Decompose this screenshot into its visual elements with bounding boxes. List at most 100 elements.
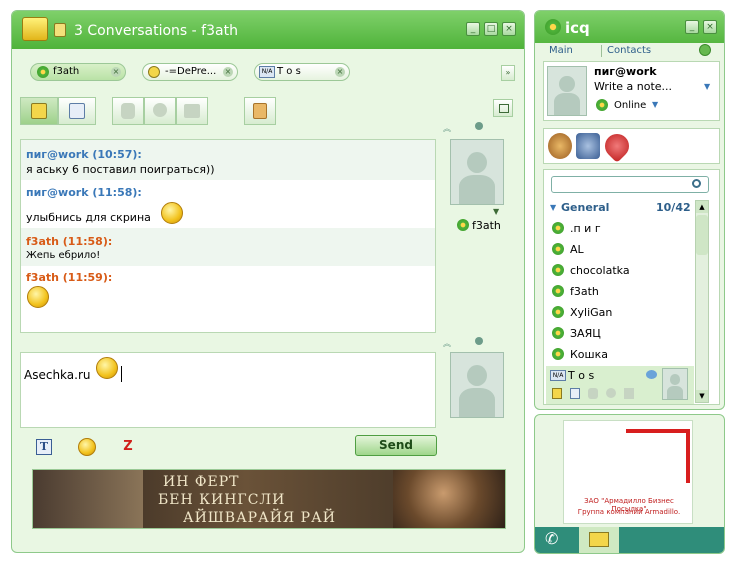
- flower-status-icon: [37, 66, 49, 78]
- selected-contact-row[interactable]: N/A T o s: [546, 366, 694, 404]
- smile-emoticon-icon: [96, 357, 118, 379]
- group-name[interactable]: General: [561, 201, 609, 214]
- monkey-app-icon[interactable]: [548, 133, 572, 159]
- scroll-down-button[interactable]: ▼: [696, 390, 708, 402]
- expand-icon: [499, 104, 509, 113]
- chat-window: 3 Conversations - f3ath _ □ × f3ath × -=…: [11, 10, 525, 553]
- bottom-bar: [535, 527, 724, 553]
- collapse-arrows-icon[interactable]: ︽: [443, 123, 451, 134]
- message-sender: f3ath (11:58):: [26, 235, 113, 248]
- sms-icon[interactable]: [624, 388, 634, 399]
- tab-close-icon[interactable]: ×: [111, 67, 121, 77]
- note-input[interactable]: Write a note...: [594, 80, 672, 93]
- menu-icon[interactable]: [699, 44, 711, 56]
- icq-title: icq: [565, 19, 590, 37]
- maximize-button[interactable]: □: [484, 22, 498, 36]
- status-label[interactable]: Online: [614, 100, 646, 111]
- banner-line-1: ИН ФЕРТ: [163, 474, 240, 490]
- my-avatar[interactable]: [547, 66, 587, 116]
- tab-conversation-2[interactable]: -=DePre... ×: [142, 63, 238, 81]
- sms-mode-button[interactable]: [58, 97, 96, 125]
- contact-avatar[interactable]: [450, 139, 504, 205]
- scroll-thumb[interactable]: [696, 215, 708, 255]
- banner-line-3: АЙШВАРАЙЯ РАЙ: [183, 510, 336, 526]
- tab-conversation-1[interactable]: f3ath ×: [30, 63, 126, 81]
- profile-panel: пиг@work Write a note... ▼ Online ▼: [543, 61, 720, 121]
- envelope-icon: [589, 532, 609, 547]
- avatar-dropdown-icon[interactable]: ▼: [493, 207, 499, 216]
- chat-titlebar[interactable]: 3 Conversations - f3ath _ □ ×: [12, 11, 524, 49]
- messages-tab[interactable]: [579, 527, 619, 553]
- chat-history[interactable]: пиг@work (10:57): я аську 6 поставил пои…: [20, 139, 436, 333]
- note-dropdown-icon[interactable]: ▼: [704, 82, 710, 91]
- phone-tab-icon[interactable]: ✆: [545, 529, 563, 549]
- message-text: улыбнись для скрина: [26, 211, 151, 224]
- emoticons-button[interactable]: [78, 438, 96, 456]
- chat-bubble-icon[interactable]: [646, 370, 657, 379]
- chat-app-icon: [22, 17, 48, 41]
- buzz-button[interactable]: Z: [120, 439, 136, 455]
- avatar-body: [553, 93, 581, 115]
- flower-status-icon: [552, 327, 564, 339]
- call-button[interactable]: [112, 97, 144, 125]
- ad-red-frame: [626, 429, 690, 483]
- contact-item[interactable]: XyliGan: [570, 306, 612, 319]
- avatar-body: [458, 388, 496, 417]
- minimize-button[interactable]: _: [466, 22, 480, 36]
- robot-app-icon[interactable]: [576, 133, 600, 159]
- ad-banner[interactable]: ИН ФЕРТ БЕН КИНГСЛИ АЙШВАРАЙЯ РАЙ: [32, 469, 506, 529]
- close-button[interactable]: ×: [502, 22, 516, 36]
- search-input[interactable]: [551, 176, 709, 193]
- message-mode-button[interactable]: [20, 97, 58, 125]
- expand-view-button[interactable]: [493, 99, 513, 117]
- search-icon[interactable]: [692, 179, 701, 188]
- ad-panel[interactable]: ЗАО "Армадилло Бизнес Посылка" Группа ко…: [563, 420, 693, 524]
- note-icon[interactable]: [552, 388, 562, 399]
- status-dropdown-icon[interactable]: ▼: [652, 100, 658, 109]
- profile-name: пиг@work: [594, 65, 657, 78]
- tab-conversation-3[interactable]: N/A T o s ×: [254, 63, 350, 81]
- contact-avatar[interactable]: [662, 368, 688, 400]
- webcam-button[interactable]: [144, 97, 176, 125]
- tab-close-icon[interactable]: ×: [335, 67, 345, 77]
- nav-main-link[interactable]: Main: [549, 45, 573, 56]
- contact-item[interactable]: Кошка: [570, 348, 608, 361]
- heart-app-icon[interactable]: [600, 129, 634, 163]
- contact-item[interactable]: .п и г: [570, 222, 601, 235]
- contact-item[interactable]: AL: [570, 243, 584, 256]
- webcam-icon[interactable]: [606, 388, 616, 398]
- tab-close-icon[interactable]: ×: [223, 67, 233, 77]
- contact-item[interactable]: f3ath: [570, 285, 599, 298]
- telephone-icon: [184, 104, 200, 118]
- message-sender: пиг@work (11:58):: [26, 186, 142, 199]
- contact-item[interactable]: ЗАЯЦ: [570, 327, 601, 340]
- avatar-head: [466, 151, 488, 174]
- webcam-icon: [153, 103, 167, 117]
- collapse-arrows-icon[interactable]: ︽: [443, 338, 451, 349]
- message-input[interactable]: Asechka.ru: [20, 352, 436, 428]
- message-sender: f3ath (11:59):: [26, 271, 113, 284]
- avatar-head: [670, 374, 680, 385]
- phone-icon[interactable]: [588, 388, 598, 399]
- tab-label: -=DePre...: [165, 66, 217, 77]
- lock-icon[interactable]: [54, 23, 66, 37]
- group-collapse-icon[interactable]: ▼: [550, 203, 556, 212]
- nav-contacts-link[interactable]: Contacts: [607, 45, 651, 56]
- message-sender: пиг@work (10:57):: [26, 148, 142, 161]
- text-format-button[interactable]: T: [36, 439, 52, 455]
- contact-card-icon[interactable]: [570, 388, 580, 399]
- ad-window: ЗАО "Армадилло Бизнес Посылка" Группа ко…: [534, 414, 725, 554]
- contact-scrollbar[interactable]: ▲ ▼: [695, 200, 709, 403]
- tabs-scroll-right-button[interactable]: »: [501, 65, 515, 81]
- scroll-up-button[interactable]: ▲: [696, 201, 708, 213]
- flower-status-icon: [552, 243, 564, 255]
- my-avatar[interactable]: [450, 352, 504, 418]
- message-text: Жепь ебрило!: [26, 250, 101, 261]
- close-button[interactable]: ×: [703, 20, 717, 34]
- contact-item[interactable]: chocolatka: [570, 264, 630, 277]
- send-button[interactable]: Send: [355, 435, 437, 456]
- icq-titlebar[interactable]: icq _ ×: [535, 11, 724, 43]
- voice-message-button[interactable]: [176, 97, 208, 125]
- minimize-button[interactable]: _: [685, 20, 699, 34]
- send-file-button[interactable]: [244, 97, 276, 125]
